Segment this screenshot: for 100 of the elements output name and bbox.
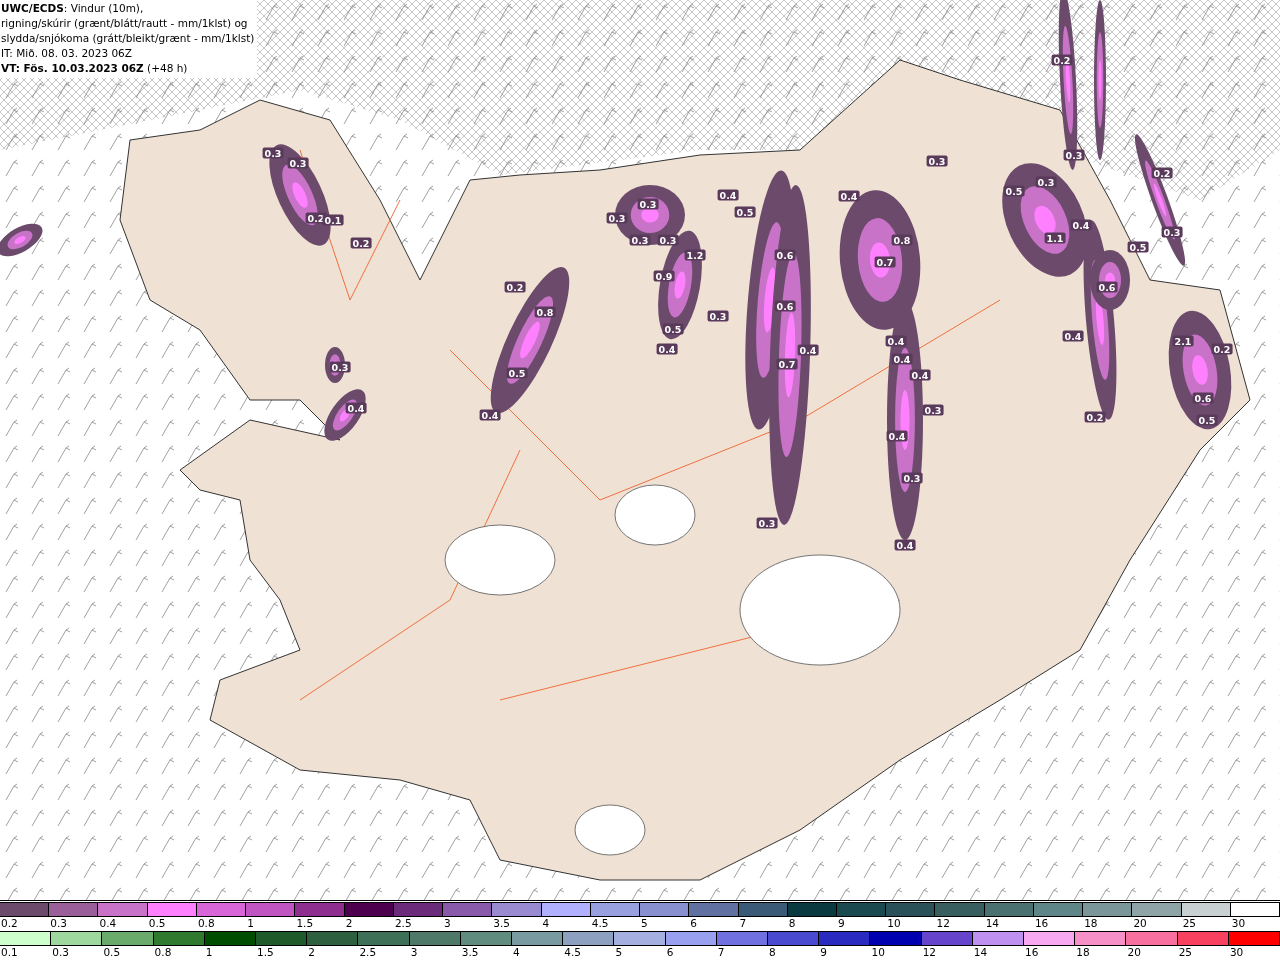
precipitation-value-label: 0.3 bbox=[657, 234, 679, 246]
legend-tick-label: 0.5 bbox=[102, 946, 122, 959]
legend-tick-label: 1.5 bbox=[256, 946, 275, 959]
legend-tick-label: 4 bbox=[541, 917, 551, 930]
precipitation-value-label: 0.5 bbox=[1196, 414, 1218, 426]
precipitation-value-label: 0.4 bbox=[885, 335, 907, 347]
precipitation-value-label: 0.3 bbox=[262, 147, 284, 159]
precipitation-value-label: 0.2 bbox=[1051, 54, 1073, 66]
precipitation-value-label: 0.3 bbox=[329, 361, 351, 373]
precipitation-value-label: 0.2 bbox=[504, 281, 526, 293]
precipitation-value-label: 0.8 bbox=[891, 234, 913, 246]
precipitation-value-label: 0.4 bbox=[886, 430, 908, 442]
precipitation-value-label: 0.3 bbox=[1161, 226, 1183, 238]
precipitation-value-label: 0.2 bbox=[1151, 167, 1173, 179]
precipitation-value-label: 2.1 bbox=[1172, 335, 1194, 347]
precipitation-value-label: 0.2 bbox=[350, 237, 372, 249]
precipitation-value-label: 0.6 bbox=[774, 249, 796, 261]
precipitation-value-label: 0.8 bbox=[534, 306, 556, 318]
legend-tick-label: 4 bbox=[512, 946, 521, 959]
legend-tick-label: 18 bbox=[1083, 917, 1099, 930]
legend-tick-label: 25 bbox=[1181, 917, 1197, 930]
legend-tick-label: 10 bbox=[870, 946, 886, 959]
legend-tick-label: 12 bbox=[935, 917, 951, 930]
legend-tick-label: 2 bbox=[344, 917, 354, 930]
legend-tick-label: 6 bbox=[689, 917, 698, 930]
legend-tick-label: 2.5 bbox=[393, 917, 413, 930]
precipitation-value-label: 0.4 bbox=[717, 189, 739, 201]
info-line: IT: Mið. 08. 03. 2023 06Z bbox=[1, 46, 133, 61]
precipitation-value-label: 0.2 bbox=[1084, 411, 1106, 423]
precipitation-value-label: 0.4 bbox=[891, 353, 913, 365]
precipitation-value-label: 0.2 bbox=[1211, 343, 1233, 355]
legend-tick-label: 1.5 bbox=[295, 917, 315, 930]
precipitation-value-label: 0.4 bbox=[1070, 219, 1092, 231]
legend-tick-label: 0.5 bbox=[147, 917, 167, 930]
legend-tick-label: 8 bbox=[768, 946, 777, 959]
legend-tick-label: 30 bbox=[1230, 917, 1247, 930]
precipitation-value-label: 0.4 bbox=[894, 539, 916, 551]
legend-tick-label: 9 bbox=[837, 917, 846, 930]
legend-tick-label: 1 bbox=[246, 917, 255, 930]
legend-tick-label: 16 bbox=[1033, 917, 1050, 930]
legend-tick-label: 0.8 bbox=[196, 917, 216, 930]
precipitation-value-label: 0.6 bbox=[1192, 392, 1214, 404]
legend-tick-label: 8 bbox=[787, 917, 797, 930]
precipitation-value-label: 0.3 bbox=[606, 212, 628, 224]
precipitation-value-label: 0.5 bbox=[1003, 185, 1025, 197]
legend-tick-label: 2 bbox=[307, 946, 316, 959]
precipitation-value-label: 0.4 bbox=[479, 409, 501, 421]
precipitation-value-label: 0.3 bbox=[901, 472, 923, 484]
legend-tick-label: 4.5 bbox=[590, 917, 610, 930]
precipitation-value-label: 0.5 bbox=[506, 367, 528, 379]
precipitation-value-label: 0.4 bbox=[345, 402, 367, 414]
legend-tick-label: 3.5 bbox=[492, 917, 512, 930]
legend-tick-label: 2.5 bbox=[358, 946, 378, 959]
precipitation-value-label: 0.6 bbox=[774, 300, 796, 312]
precipitation-value-label: 0.1 bbox=[322, 214, 344, 226]
precipitation-value-label: 0.3 bbox=[629, 234, 651, 246]
legend-tick-label: 4.5 bbox=[563, 946, 582, 959]
precipitation-value-label: 0.5 bbox=[1127, 241, 1149, 253]
legend-tick-label: 3 bbox=[443, 917, 452, 930]
info-line: slydda/snjókoma (grátt/bleikt/grænt - mm/1klst) bbox=[1, 31, 255, 46]
legend-tick-label: 0.3 bbox=[51, 946, 70, 959]
legend-tick-label: 0.4 bbox=[98, 917, 118, 930]
precipitation-value-label: 0.3 bbox=[926, 155, 948, 167]
info-line: VT: Fös. 10.03.2023 06Z (+48 h) bbox=[1, 61, 189, 76]
legend-tick-label: 20 bbox=[1132, 917, 1148, 930]
precipitation-value-label: 0.4 bbox=[838, 190, 860, 202]
legend-tick-label: 10 bbox=[886, 917, 902, 930]
legend-tick-label: 20 bbox=[1126, 946, 1142, 959]
precipitation-value-label: 0.3 bbox=[756, 517, 778, 529]
legend-tick-label: 14 bbox=[984, 917, 1001, 930]
precipitation-value-label: 1.1 bbox=[1044, 232, 1066, 244]
precipitation-value-label: 0.6 bbox=[1096, 281, 1118, 293]
legend-tick-label: 18 bbox=[1075, 946, 1091, 959]
precipitation-value-label: 0.9 bbox=[653, 270, 675, 282]
legend-tick-label: 7 bbox=[716, 946, 726, 959]
legend-tick-label: 0.2 bbox=[0, 917, 19, 930]
legend-tick-label: 0.8 bbox=[153, 946, 173, 959]
legend-tick-label: 6 bbox=[665, 946, 675, 959]
precipitation-value-label: 0.3 bbox=[637, 198, 659, 210]
info-line: rigning/skúrir (grænt/blátt/rautt - mm/1klst) og bbox=[1, 16, 249, 31]
legend-tick-label: 9 bbox=[819, 946, 828, 959]
legend-tick-label: 25 bbox=[1177, 946, 1194, 959]
precipitation-value-label: 0.4 bbox=[1062, 330, 1084, 342]
legend-tick-label: 5 bbox=[640, 917, 649, 930]
legend-tick-label: 7 bbox=[738, 917, 748, 930]
precipitation-value-label: 0.3 bbox=[1063, 149, 1085, 161]
precipitation-value-label: 0.5 bbox=[734, 206, 756, 218]
legend-tick-label: 12 bbox=[921, 946, 938, 959]
legend-tick-label: 5 bbox=[614, 946, 624, 959]
precipitation-value-label: 0.4 bbox=[797, 344, 819, 356]
legend-tick-label: 30 bbox=[1228, 946, 1245, 959]
legend-tick-label: 16 bbox=[1024, 946, 1040, 959]
precipitation-value-label: 0.7 bbox=[874, 256, 896, 268]
legend-tick-label: 3.5 bbox=[460, 946, 480, 959]
precipitation-value-label: 0.7 bbox=[776, 358, 798, 370]
legend-tick-label: 3 bbox=[409, 946, 419, 959]
precipitation-value-label: 1.2 bbox=[684, 249, 706, 261]
legend-tick-label: 0.1 bbox=[0, 946, 19, 959]
precipitation-value-label: 0.4 bbox=[909, 369, 931, 381]
precipitation-value-label: 0.3 bbox=[922, 404, 944, 416]
